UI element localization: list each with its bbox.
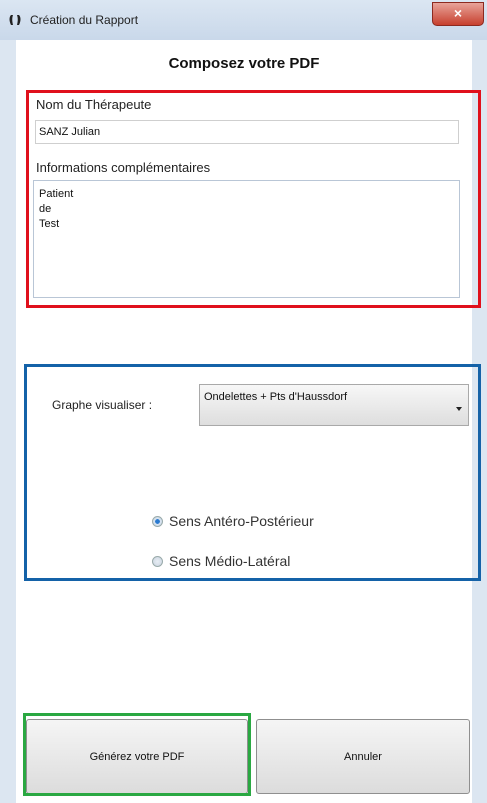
info-line: Test xyxy=(39,218,60,230)
green-highlight-box xyxy=(23,713,251,796)
radio-button-unchecked[interactable] xyxy=(152,555,163,567)
graph-select-value: Ondelettes + Pts d'Haussdorf xyxy=(204,391,348,403)
graph-label: Graphe visualiser : xyxy=(52,398,153,412)
cancel-button[interactable]: Annuler xyxy=(256,719,470,794)
radio-label: Sens Antéro-Postérieur xyxy=(169,513,314,529)
info-label: Informations complémentaires xyxy=(36,160,211,175)
close-button[interactable]: × xyxy=(432,2,484,26)
info-line: de xyxy=(39,203,52,215)
radio-antero-posterieur[interactable]: Sens Antéro-Postérieur xyxy=(152,513,314,529)
radio-label: Sens Médio-Latéral xyxy=(169,553,291,569)
info-line: Patient xyxy=(39,188,74,200)
chevron-down-icon xyxy=(456,407,462,411)
info-textarea[interactable]: Patient de Test xyxy=(33,180,460,298)
page-title: Composez votre PDF xyxy=(168,55,320,72)
radio-button-checked[interactable] xyxy=(152,515,163,527)
radio-medio-lateral[interactable]: Sens Médio-Latéral xyxy=(152,553,290,569)
close-icon: × xyxy=(453,5,463,21)
cancel-label: Annuler xyxy=(344,750,382,763)
app-icon xyxy=(9,15,21,25)
therapist-name-value: SANZ Julian xyxy=(39,126,101,138)
window-frame-left xyxy=(0,40,16,803)
therapist-label: Nom du Thérapeute xyxy=(36,97,152,112)
therapist-name-input[interactable]: SANZ Julian xyxy=(35,120,459,144)
title-bar: Création du Rapport × xyxy=(0,0,487,41)
window-title: Création du Rapport xyxy=(30,13,139,27)
graph-select[interactable]: Ondelettes + Pts d'Haussdorf xyxy=(199,384,469,426)
